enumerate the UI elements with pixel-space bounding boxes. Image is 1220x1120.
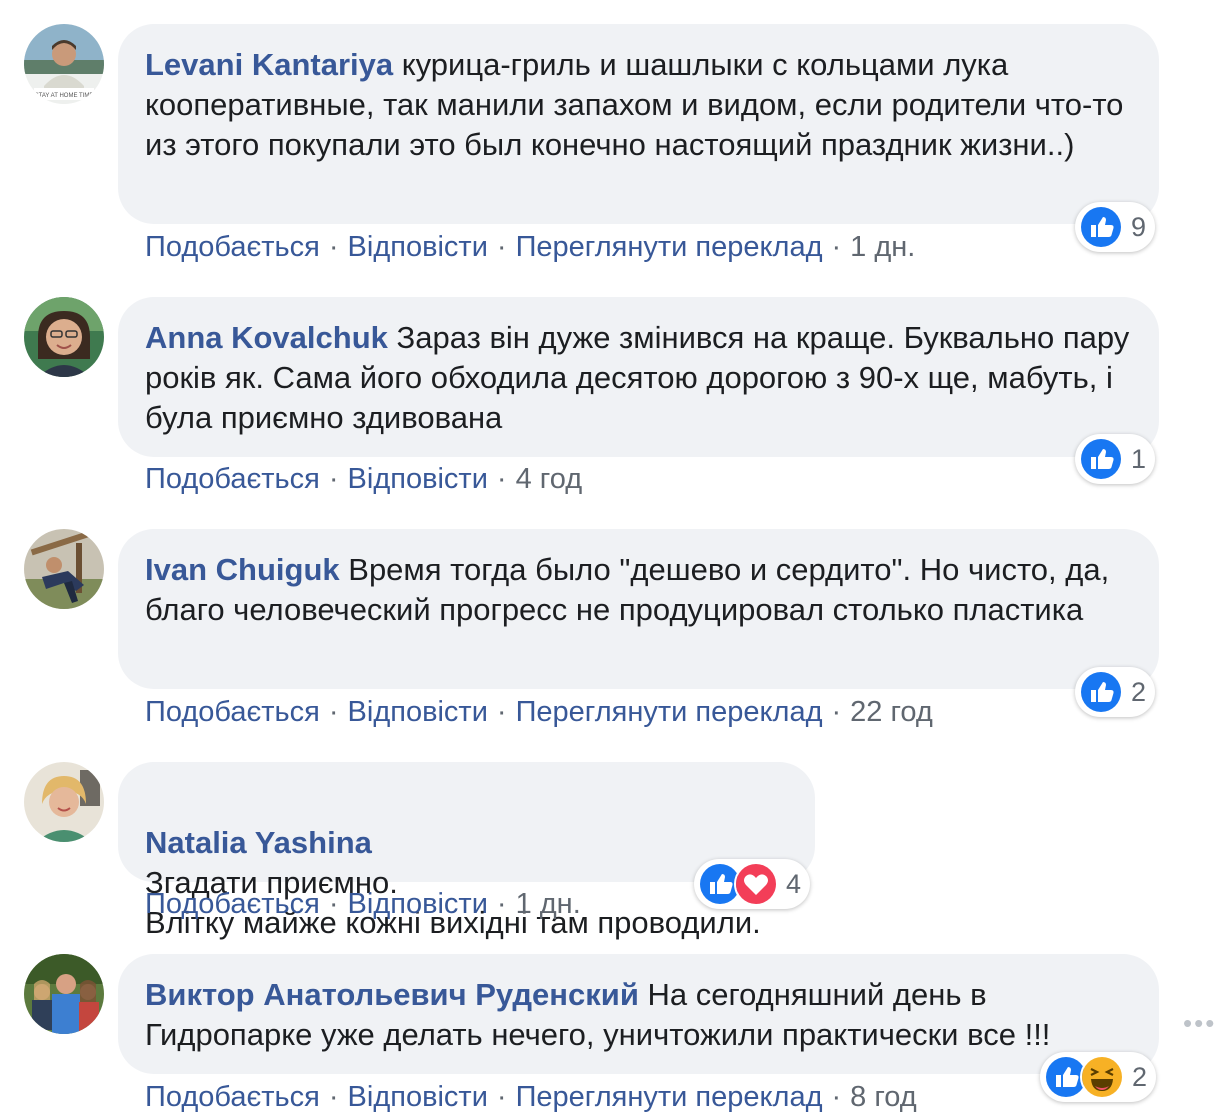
comment-bubble: Ivan Chuiguk Время тогда было "дешево и … <box>118 529 1159 689</box>
comment-actions: Подобається · Відповісти · 4 год <box>145 463 583 495</box>
comment-actions: Подобається · Відповісти · Переглянути перек… <box>145 696 933 728</box>
love-icon <box>734 862 778 906</box>
comment-time[interactable]: 22 год <box>850 696 933 728</box>
reply-link[interactable]: Відповісти <box>348 231 488 263</box>
reaction-count: 2 <box>1132 1061 1148 1092</box>
reaction-count: 9 <box>1131 211 1147 242</box>
like-link[interactable]: Подобається <box>145 463 320 495</box>
like-icon <box>1079 437 1123 481</box>
see-translation-link[interactable]: Переглянути переклад <box>516 231 823 263</box>
reaction-summary[interactable]: 9 <box>1075 202 1155 252</box>
more-options-icon[interactable]: ••• <box>1183 1008 1216 1039</box>
reaction-count: 1 <box>1131 443 1147 474</box>
comment-author[interactable]: Anna Kovalchuk <box>145 320 388 355</box>
comment-time[interactable]: 8 год <box>850 1081 917 1113</box>
reaction-summary[interactable]: 2 <box>1075 667 1155 717</box>
comment-actions: Подобається · Відповісти · 1 дн. <box>145 888 581 920</box>
avatar[interactable] <box>24 762 104 842</box>
reaction-count: 2 <box>1131 676 1147 707</box>
reply-link[interactable]: Відповісти <box>348 888 488 920</box>
haha-icon <box>1080 1055 1124 1099</box>
reaction-summary[interactable]: 1 <box>1075 434 1155 484</box>
comment-time[interactable]: 1 дн. <box>850 231 915 263</box>
avatar[interactable] <box>24 529 104 609</box>
comment-bubble: Anna Kovalchuk Зараз він дуже змінився н… <box>118 297 1159 457</box>
like-link[interactable]: Подобається <box>145 1081 320 1113</box>
see-translation-link[interactable]: Переглянути переклад <box>516 696 823 728</box>
reaction-summary[interactable]: 2 <box>1040 1052 1156 1102</box>
comment-author[interactable]: Natalia Yashina <box>145 825 372 860</box>
avatar[interactable]: STAY AT HOME TIME <box>24 24 104 104</box>
comment-actions: Подобається · Відповісти · Переглянути перек… <box>145 1081 917 1113</box>
see-translation-link[interactable]: Переглянути переклад <box>516 1081 823 1113</box>
reply-link[interactable]: Відповісти <box>348 463 488 495</box>
avatar[interactable] <box>24 297 104 377</box>
avatar[interactable] <box>24 954 104 1034</box>
reply-link[interactable]: Відповісти <box>348 1081 488 1113</box>
like-link[interactable]: Подобається <box>145 231 320 263</box>
comment-time[interactable]: 1 дн. <box>516 888 581 920</box>
like-link[interactable]: Подобається <box>145 696 320 728</box>
like-link[interactable]: Подобається <box>145 888 320 920</box>
comment-bubble: Levani Kantariya курица-гриль и шашлыки … <box>118 24 1159 224</box>
comment-author[interactable]: Виктор Анатольевич Руденский <box>145 977 639 1012</box>
comment-author[interactable]: Levani Kantariya <box>145 47 393 82</box>
reaction-summary[interactable]: 4 <box>694 859 810 909</box>
like-icon <box>1079 670 1123 714</box>
comment-time[interactable]: 4 год <box>516 463 583 495</box>
comment-author[interactable]: Ivan Chuiguk <box>145 552 340 587</box>
like-icon <box>1079 205 1123 249</box>
comment-bubble: Виктор Анатольевич Руденский На сегодняш… <box>118 954 1159 1074</box>
svg-text:STAY AT HOME TIME: STAY AT HOME TIME <box>35 93 94 99</box>
reaction-count: 4 <box>786 868 802 899</box>
comment-actions: Подобається · Відповісти · Переглянути перек… <box>145 231 916 263</box>
reply-link[interactable]: Відповісти <box>348 696 488 728</box>
